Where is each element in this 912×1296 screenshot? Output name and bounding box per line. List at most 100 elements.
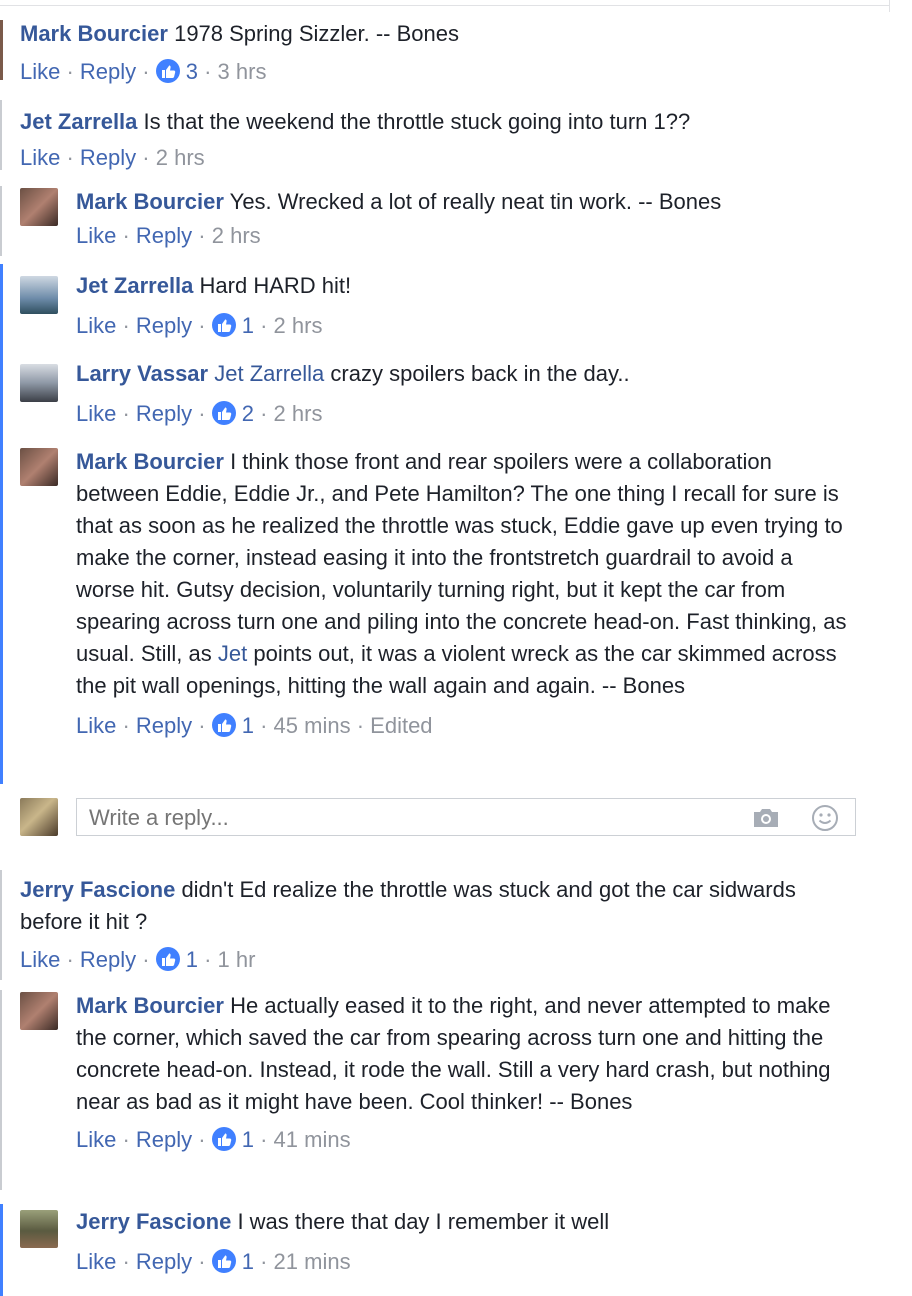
timestamp[interactable]: 2 hrs [156, 145, 205, 170]
avatar[interactable] [20, 364, 58, 402]
reply-link[interactable]: Reply [136, 313, 192, 338]
thumbs-up-icon[interactable] [211, 401, 236, 425]
reply-link[interactable]: Reply [136, 1249, 192, 1274]
avatar[interactable] [20, 992, 58, 1030]
comment-text: Larry Vassar Jet Zarrella crazy spoilers… [76, 358, 856, 390]
reply-input[interactable] [87, 803, 731, 833]
thread-bar [0, 990, 2, 1190]
thumbs-up-icon[interactable] [211, 713, 236, 737]
like-count[interactable]: 1 [242, 1249, 254, 1274]
thumbs-up-icon[interactable] [211, 1249, 236, 1273]
thumbs-up-icon[interactable] [211, 1127, 236, 1151]
comment-body: Hard HARD hit! [199, 273, 352, 298]
like-count[interactable]: 2 [242, 401, 254, 426]
comment-text: Jet Zarrella Is that the weekend the thr… [20, 106, 880, 138]
author-name[interactable]: Mark Bourcier [76, 993, 224, 1018]
comment-text: Mark Bourcier I think those front and re… [76, 446, 856, 702]
reply-comment: Larry Vassar Jet Zarrella crazy spoilers… [76, 358, 856, 428]
thumbs-up-icon[interactable] [155, 59, 180, 83]
comment-text: Mark Bourcier 1978 Spring Sizzler. -- Bo… [20, 18, 880, 50]
author-name[interactable]: Jet Zarrella [76, 273, 193, 298]
author-name[interactable]: Mark Bourcier [20, 21, 168, 46]
thread-bar [0, 20, 3, 80]
like-link[interactable]: Like [76, 713, 116, 738]
thread-bar [0, 870, 2, 980]
like-link[interactable]: Like [76, 1249, 116, 1274]
comment-actions: Like · Reply · 1 · 45 mins · Edited [76, 713, 433, 738]
timestamp[interactable]: 3 hrs [218, 59, 267, 84]
reply-comment: Jet Zarrella Hard HARD hit! Like · Reply… [76, 270, 856, 340]
comment-body: crazy spoilers back in the day.. [330, 361, 630, 386]
reply-link[interactable]: Reply [136, 1127, 192, 1152]
like-link[interactable]: Like [20, 947, 60, 972]
mention-link[interactable]: Jet Zarrella [214, 361, 324, 386]
like-count[interactable]: 3 [186, 59, 198, 84]
camera-icon[interactable] [751, 807, 781, 829]
comment-body: Yes. Wrecked a lot of really neat tin wo… [229, 189, 722, 214]
reply-comment: Mark Bourcier I think those front and re… [76, 446, 856, 740]
thread-bar-active [0, 1204, 3, 1296]
comment-body: I was there that day I remember it well [237, 1209, 610, 1234]
top-divider [0, 0, 890, 6]
author-name[interactable]: Jerry Fascione [20, 877, 175, 902]
timestamp[interactable]: 2 hrs [274, 401, 323, 426]
reply-link[interactable]: Reply [80, 145, 136, 170]
comment-text: Mark Bourcier He actually eased it to th… [76, 990, 856, 1118]
thumbs-up-icon[interactable] [155, 947, 180, 971]
comment-body: Is that the weekend the throttle stuck g… [143, 109, 691, 134]
reply-box[interactable] [76, 798, 856, 836]
like-link[interactable]: Like [20, 59, 60, 84]
reply-link[interactable]: Reply [80, 59, 136, 84]
like-count[interactable]: 1 [186, 947, 198, 972]
thumbs-up-icon[interactable] [211, 313, 236, 337]
comment: Mark Bourcier 1978 Spring Sizzler. -- Bo… [20, 18, 880, 86]
avatar[interactable] [20, 276, 58, 314]
author-name[interactable]: Mark Bourcier [76, 449, 224, 474]
comment-actions: Like · Reply · 2 · 2 hrs [76, 401, 323, 426]
like-count[interactable]: 1 [242, 1127, 254, 1152]
edited-label[interactable]: Edited [370, 713, 432, 738]
author-name[interactable]: Mark Bourcier [76, 189, 224, 214]
thread-bar-active [0, 264, 3, 784]
comment-actions: Like · Reply · 1 · 2 hrs [76, 313, 323, 338]
author-name[interactable]: Jet Zarrella [20, 109, 137, 134]
comment-body: I think those front and rear spoilers we… [76, 449, 847, 666]
reply-link[interactable]: Reply [136, 223, 192, 248]
avatar[interactable] [20, 188, 58, 226]
reply-comment: Mark Bourcier Yes. Wrecked a lot of real… [76, 186, 856, 250]
like-link[interactable]: Like [76, 313, 116, 338]
comment: Jerry Fascione didn't Ed realize the thr… [20, 874, 840, 974]
comment-actions: Like · Reply · 1 · 21 mins [76, 1249, 351, 1274]
like-link[interactable]: Like [76, 223, 116, 248]
timestamp[interactable]: 41 mins [274, 1127, 351, 1152]
like-link[interactable]: Like [76, 1127, 116, 1152]
timestamp[interactable]: 1 hr [218, 947, 256, 972]
avatar [20, 798, 58, 836]
comment-text: Jet Zarrella Hard HARD hit! [76, 270, 856, 302]
comment-actions: Like · Reply · 3 · 3 hrs [20, 59, 267, 84]
avatar[interactable] [20, 1210, 58, 1248]
timestamp[interactable]: 2 hrs [274, 313, 323, 338]
author-name[interactable]: Jerry Fascione [76, 1209, 231, 1234]
reply-link[interactable]: Reply [136, 713, 192, 738]
comment-text: Jerry Fascione didn't Ed realize the thr… [20, 874, 840, 938]
comment-actions: Like · Reply · 2 hrs [20, 145, 205, 170]
timestamp[interactable]: 45 mins [274, 713, 351, 738]
timestamp[interactable]: 2 hrs [212, 223, 261, 248]
avatar[interactable] [20, 448, 58, 486]
timestamp[interactable]: 21 mins [274, 1249, 351, 1274]
reply-link[interactable]: Reply [80, 947, 136, 972]
comment-actions: Like · Reply · 1 · 1 hr [20, 947, 256, 972]
thread-bar [0, 100, 2, 170]
like-count[interactable]: 1 [242, 313, 254, 338]
like-count[interactable]: 1 [242, 713, 254, 738]
mention-link[interactable]: Jet [218, 641, 247, 666]
comment-actions: Like · Reply · 1 · 41 mins [76, 1127, 351, 1152]
comment-actions: Like · Reply · 2 hrs [76, 223, 261, 248]
right-divider [889, 0, 890, 12]
like-link[interactable]: Like [20, 145, 60, 170]
smiley-icon[interactable] [811, 804, 839, 832]
author-name[interactable]: Larry Vassar [76, 361, 208, 386]
like-link[interactable]: Like [76, 401, 116, 426]
reply-link[interactable]: Reply [136, 401, 192, 426]
